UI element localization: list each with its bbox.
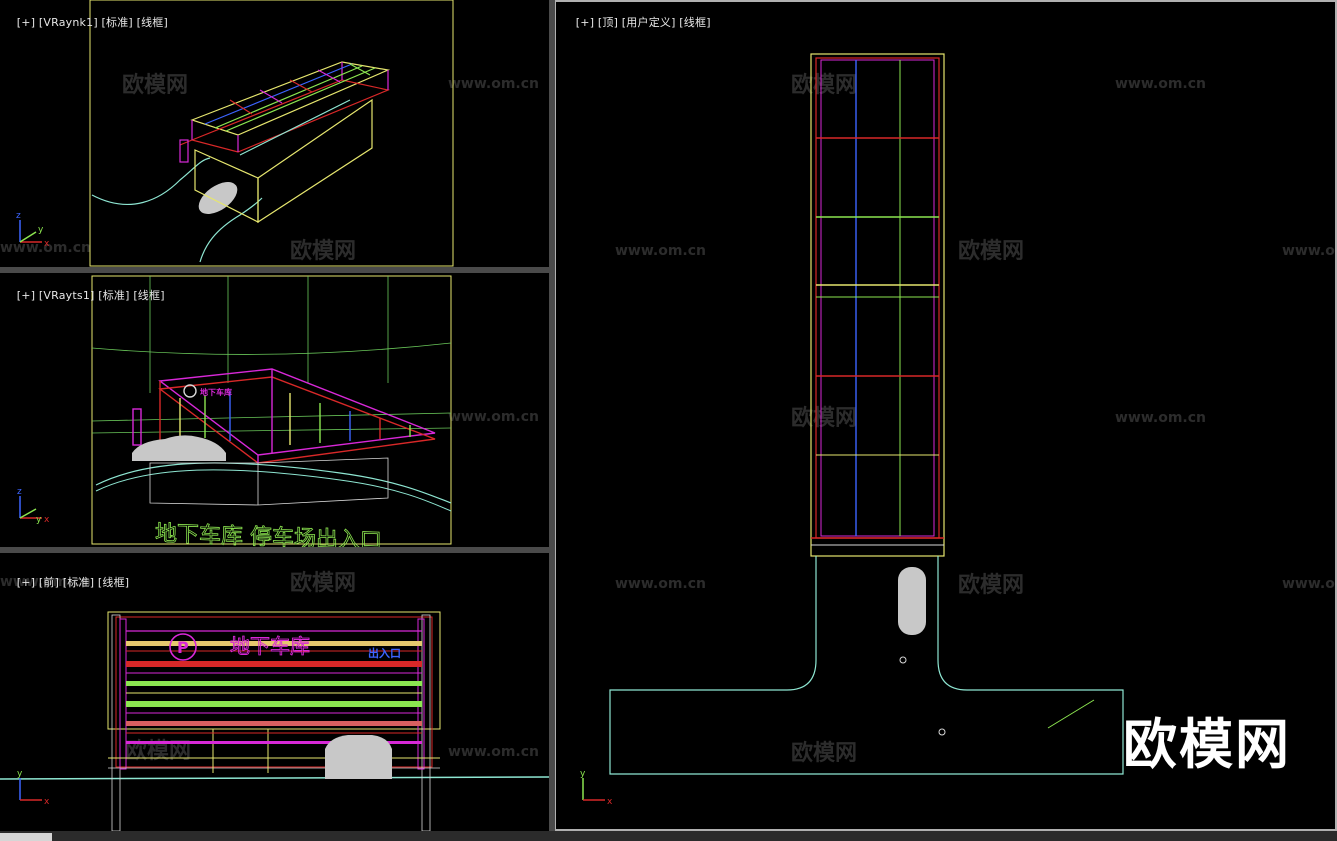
- svg-text:x: x: [44, 515, 50, 525]
- viewport-divider[interactable]: [549, 0, 555, 831]
- watermark-url: www.om.cn: [448, 744, 539, 760]
- car-model: [325, 735, 392, 779]
- parking-logo-letter: P: [177, 638, 189, 657]
- watermark-layer: 欧模网 www.om.cn www.om.cn 欧模网 www.om.cn 欧模…: [615, 72, 1337, 766]
- viewport-label[interactable]: [+] [顶] [用户定义] [线框]: [561, 1, 711, 43]
- viewport-vrayts1[interactable]: [+] [VRayts1] [标准] [线框] www.om.cn 地下车库 地…: [0, 273, 549, 547]
- watermark-url: www.om.cn: [448, 76, 539, 92]
- watermark-cn: 欧模网: [122, 72, 188, 98]
- viewport-shading-wireframe[interactable]: [线框]: [98, 576, 129, 589]
- svg-text:欧模网: 欧模网: [958, 238, 1024, 264]
- time-slider-handle[interactable]: [0, 833, 52, 841]
- viewport-label[interactable]: [+] [VRaynk1] [标准] [线框]: [2, 1, 168, 43]
- svg-text:www.om.cn: www.om.cn: [615, 243, 706, 259]
- road-curve: [95, 469, 452, 512]
- svg-text:www.om.cn: www.om.cn: [1282, 243, 1337, 259]
- viewport-view-menu[interactable]: [前]: [39, 576, 59, 589]
- road-curve: [91, 157, 211, 205]
- svg-text:www.om.cn: www.om.cn: [615, 576, 706, 592]
- svg-text:www.om.cn: www.om.cn: [1282, 576, 1337, 592]
- entrance-structure-plan: [810, 53, 945, 557]
- viewport-front[interactable]: [+] [前] [标准] [线框] 欧模网 www.om.cn www.om.c…: [0, 553, 549, 831]
- watermark-url: www.om.cn: [448, 409, 539, 425]
- viewport-camera-menu[interactable]: [VRayts1]: [39, 289, 95, 302]
- svg-text:y: y: [36, 515, 42, 525]
- svg-text:欧模网: 欧模网: [958, 572, 1024, 598]
- viewport-divider[interactable]: [0, 547, 549, 553]
- slat-bar: [126, 661, 422, 667]
- car-model: [198, 182, 238, 214]
- front-sign-sub: 出入口: [368, 646, 401, 660]
- svg-text:x: x: [44, 797, 50, 807]
- viewport-vraynk1[interactable]: [+] [VRaynk1] [标准] [线框] 欧模网 欧模网 www.om.c…: [0, 0, 549, 267]
- road-marking: [1047, 699, 1095, 729]
- viewport-shading-wireframe[interactable]: [线框]: [133, 289, 164, 302]
- viewport-menu-plus[interactable]: [+]: [17, 289, 35, 302]
- slat-bar: [126, 681, 422, 686]
- svg-text:y: y: [38, 225, 44, 235]
- entrance-structure: [179, 61, 391, 224]
- axis-gizmo: z y x: [17, 487, 50, 525]
- viewport-shading-wireframe[interactable]: [线框]: [679, 16, 710, 29]
- viewport-shading-standard[interactable]: [标准]: [98, 289, 129, 302]
- perspective-sign-text: 地下车库 停车场出入口: [155, 521, 382, 547]
- svg-text:z: z: [16, 211, 21, 221]
- viewport-shading-standard[interactable]: [标准]: [63, 576, 94, 589]
- svg-text:y: y: [17, 769, 23, 779]
- viewport-shading-wireframe[interactable]: [线框]: [137, 16, 168, 29]
- watermark-cn: 欧模网: [290, 570, 356, 596]
- viewport-menu-plus[interactable]: [+]: [17, 576, 35, 589]
- svg-text:欧模网: 欧模网: [791, 740, 857, 766]
- axis-gizmo: y x: [17, 769, 50, 807]
- svg-text:x: x: [607, 797, 613, 807]
- slat-bar: [126, 701, 422, 707]
- svg-text:x: x: [44, 239, 50, 249]
- viewport-menu-plus[interactable]: [+]: [17, 16, 35, 29]
- watermark-logo: 欧模网: [1123, 713, 1291, 776]
- axis-gizmo: y x: [580, 769, 613, 807]
- ground-line: [0, 776, 549, 780]
- front-sign-main: 地下车库: [230, 634, 310, 658]
- viewport-menu-plus[interactable]: [+]: [576, 16, 594, 29]
- svg-text:欧模网: 欧模网: [791, 405, 857, 431]
- viewport-view-menu[interactable]: [顶]: [598, 16, 618, 29]
- viewport-label[interactable]: [+] [前] [标准] [线框]: [2, 561, 129, 603]
- road-curve: [95, 462, 452, 504]
- viewport-label[interactable]: [+] [VRayts1] [标准] [线框]: [2, 274, 165, 316]
- sign-text-small: 地下车库: [200, 387, 232, 397]
- viewport-shading-standard[interactable]: [标准]: [102, 16, 133, 29]
- status-bar: [0, 831, 1337, 841]
- svg-text:y: y: [580, 769, 586, 779]
- viewport-camera-menu[interactable]: [VRaynk1]: [39, 16, 98, 29]
- viewport-divider[interactable]: [0, 267, 549, 273]
- slat-bar: [126, 721, 422, 726]
- car-model: [898, 567, 926, 635]
- svg-text:欧模网: 欧模网: [791, 72, 857, 98]
- watermark-cn: 欧模网: [290, 238, 356, 264]
- svg-text:www.om.cn: www.om.cn: [1115, 76, 1206, 92]
- marker-point: [899, 656, 907, 664]
- svg-text:z: z: [17, 487, 22, 497]
- marker-point: [938, 728, 946, 736]
- viewport-shading-user[interactable]: [用户定义]: [622, 16, 676, 29]
- car-model: [132, 435, 226, 461]
- svg-text:www.om.cn: www.om.cn: [1115, 410, 1206, 426]
